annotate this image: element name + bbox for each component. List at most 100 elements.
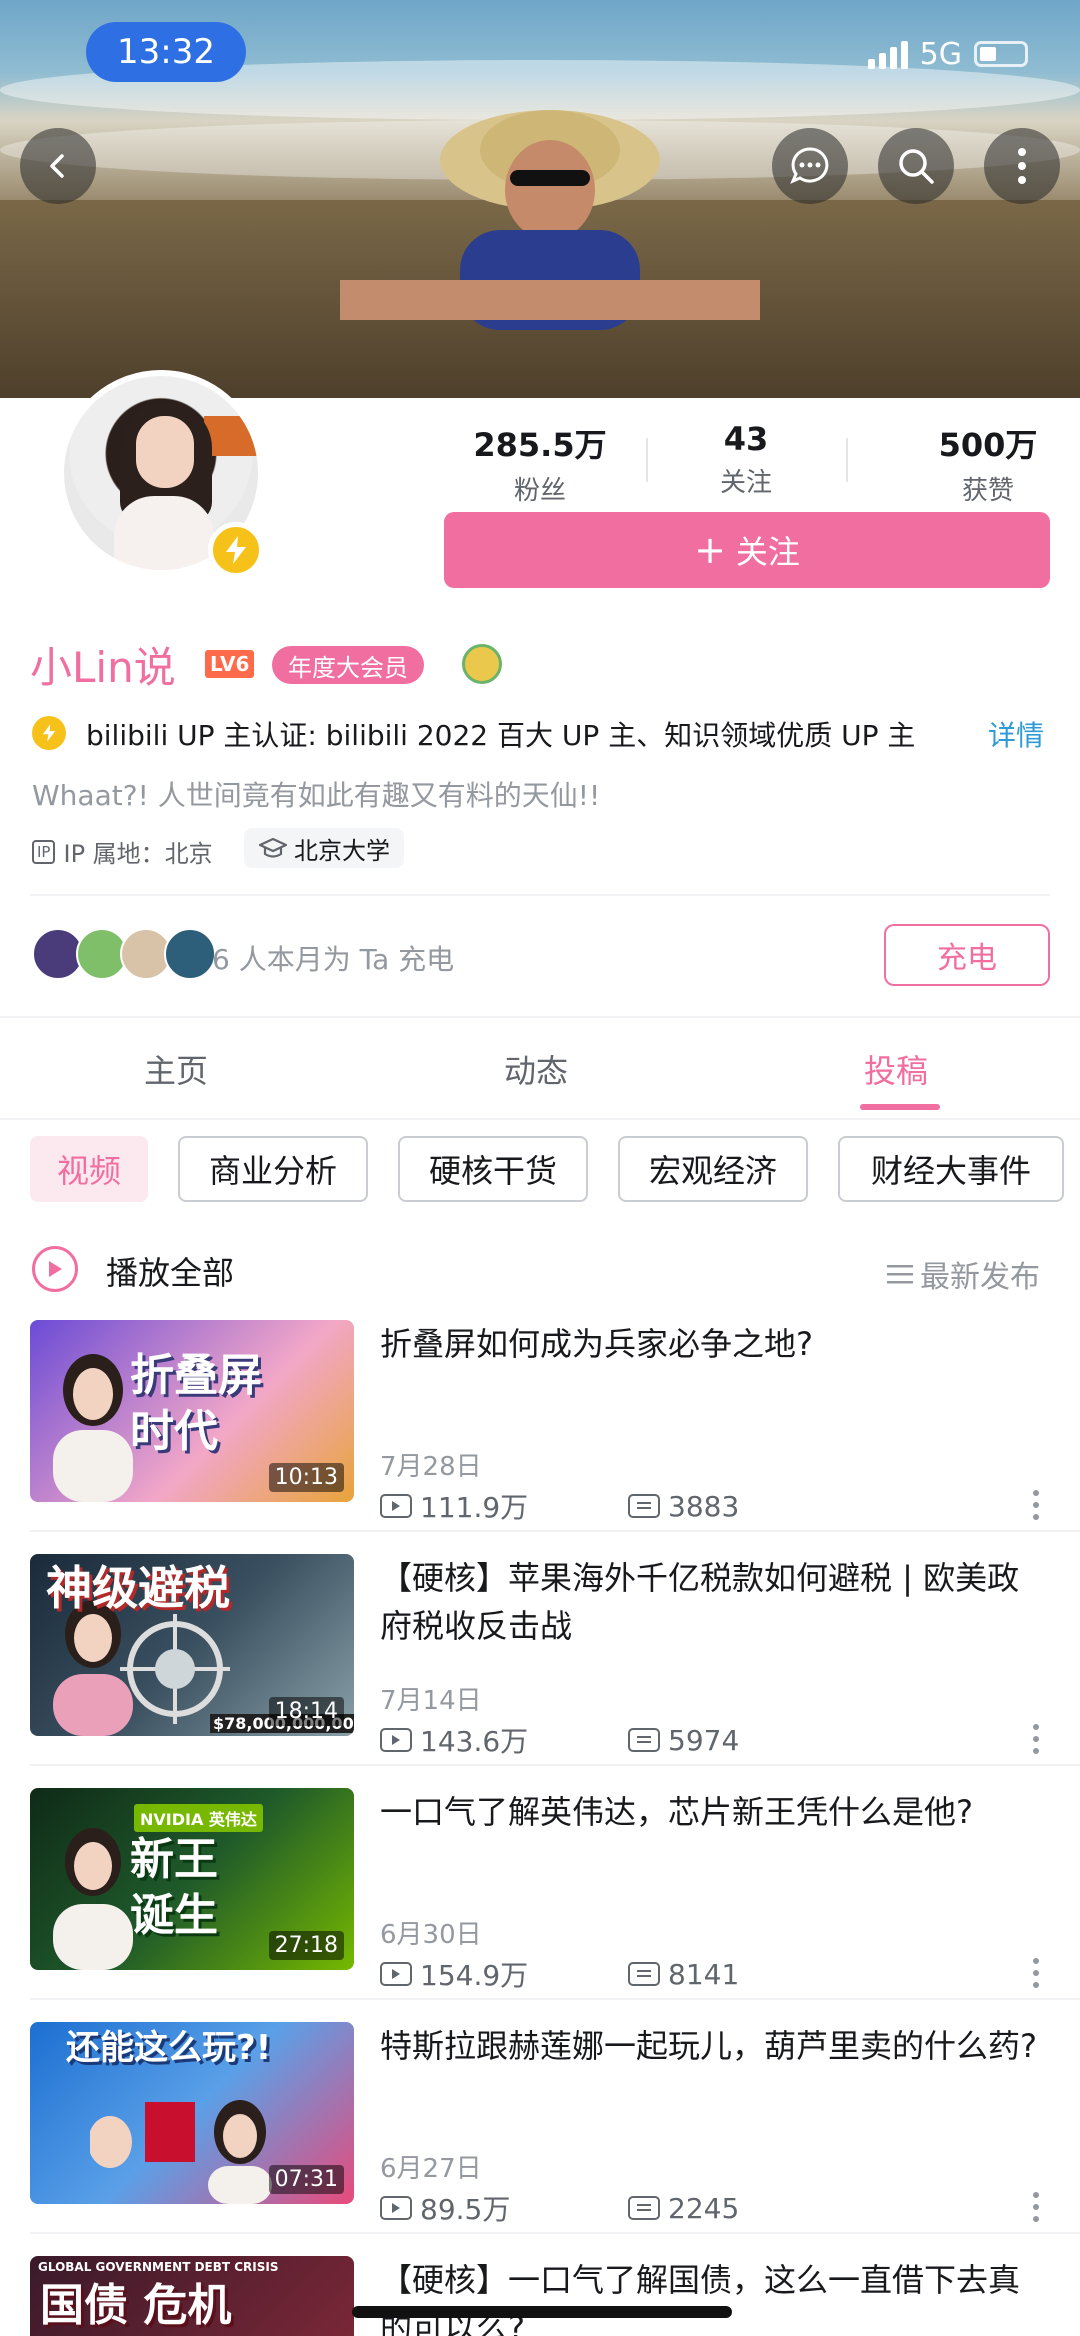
sort-label: 最新发布: [920, 1260, 1040, 1295]
ip-location-text: IP 属地：北京: [63, 840, 213, 868]
avatar-background: [204, 416, 258, 456]
video-more-button[interactable]: [1032, 2192, 1040, 2222]
medal-icon[interactable]: [462, 644, 502, 684]
video-more-button[interactable]: [1032, 1958, 1040, 1988]
video-item[interactable]: 折叠屏 时代 10:13 折叠屏如何成为兵家必争之地? 7月28日 111.9万…: [0, 1320, 1080, 1554]
home-indicator[interactable]: [352, 2306, 732, 2318]
tab-home[interactable]: 主页: [144, 1046, 208, 1092]
video-title[interactable]: 一口气了解英伟达，芯片新王凭什么是他?: [380, 1788, 1040, 1836]
ip-icon: IP: [32, 839, 56, 864]
charger-avatar: [164, 928, 216, 980]
divider: [0, 1118, 1080, 1120]
video-item[interactable]: NVIDIA 英伟达 新王 诞生 27:18 一口气了解英伟达，芯片新王凭什么是…: [0, 1788, 1080, 2022]
video-thumbnail[interactable]: GLOBAL GOVERNMENT DEBT CRISIS 国债 危机: [30, 2256, 354, 2336]
school-tag[interactable]: 北京大学: [244, 828, 404, 868]
likes-stat: 500万 获赞: [890, 420, 1080, 507]
message-button[interactable]: [772, 128, 848, 204]
chip-macro-economy[interactable]: 宏观经济: [618, 1136, 808, 1202]
video-title[interactable]: 折叠屏如何成为兵家必争之地?: [380, 1320, 1040, 1368]
comment-icon: [628, 2196, 660, 2220]
divider: [30, 1998, 1080, 2000]
video-thumbnail[interactable]: NVIDIA 英伟达 新王 诞生 27:18: [30, 1788, 354, 1970]
charge-count-text[interactable]: 6 人本月为 Ta 充电: [212, 938, 454, 978]
video-stats: 111.9万 3883: [380, 1486, 739, 1526]
search-icon: [899, 149, 934, 184]
comment-icon: [628, 1962, 660, 1986]
fans-stat[interactable]: 285.5万 粉丝: [440, 420, 640, 507]
following-stat[interactable]: 43 关注: [660, 420, 832, 499]
ip-location: IP IP 属地：北京: [32, 834, 213, 869]
tab-dynamics[interactable]: 动态: [504, 1046, 568, 1092]
video-date: 6月30日: [380, 1920, 482, 1950]
comment-count: 5974: [668, 1723, 740, 1757]
battery-icon: [974, 41, 1028, 67]
sort-button[interactable]: 最新发布: [886, 1252, 1040, 1296]
vip-badge[interactable]: 年度大会员: [272, 646, 424, 684]
signal-icon: [867, 39, 908, 69]
tab-uploads[interactable]: 投稿: [864, 1046, 928, 1092]
video-stats: 143.6万 5974: [380, 1720, 739, 1760]
chip-videos[interactable]: 视频: [30, 1136, 148, 1202]
comment-icon: [628, 1494, 660, 1518]
play-count-icon: [380, 1494, 412, 1518]
video-title[interactable]: 【硬核】苹果海外千亿税款如何避税 | 欧美政府税收反击战: [380, 1554, 1040, 1650]
divider: [30, 2232, 1080, 2234]
video-more-button[interactable]: [1032, 1490, 1040, 1520]
video-title[interactable]: 特斯拉跟赫莲娜一起玩儿，葫芦里卖的什么药?: [380, 2022, 1040, 2070]
thumbnail-title: 神级避税: [46, 1561, 230, 1615]
video-duration: 10:13: [268, 1463, 344, 1492]
video-item[interactable]: GLOBAL GOVERNMENT DEBT CRISIS 国债 危机 【硬核】…: [0, 2256, 1080, 2336]
charge-button[interactable]: 充电: [884, 924, 1050, 986]
verified-badge: [208, 522, 264, 578]
chip-finance-events[interactable]: 财经大事件: [838, 1136, 1064, 1202]
banner-person-image: [340, 110, 760, 330]
video-stats: 154.9万 8141: [380, 1954, 739, 1994]
video-thumbnail[interactable]: 神级避税 $78,000,000,000 18:14: [30, 1554, 354, 1736]
thumbnail-title: 折叠屏 时代: [130, 1350, 262, 1457]
fans-label: 粉丝: [513, 476, 566, 506]
chip-business-analysis[interactable]: 商业分析: [178, 1136, 368, 1202]
plus-icon: +: [694, 528, 726, 572]
detail-link[interactable]: 详情: [988, 714, 1044, 754]
play-count-icon: [380, 1962, 412, 1986]
charger-avatars[interactable]: [32, 928, 216, 980]
follow-label: 关注: [735, 533, 800, 571]
video-duration: 07:31: [268, 2165, 344, 2194]
play-all-button[interactable]: 播放全部: [106, 1248, 234, 1294]
video-thumbnail[interactable]: 还能这么玩?! 07:31: [30, 2022, 354, 2204]
bio-text: Whaat?! 人世间竟有如此有趣又有料的天仙!!: [32, 779, 601, 812]
play-all-icon[interactable]: [32, 1246, 78, 1292]
certification-icon: [32, 716, 66, 750]
play-count-icon: [380, 2196, 412, 2220]
thumbnail-tag: GLOBAL GOVERNMENT DEBT CRISIS: [38, 2260, 279, 2274]
view-count: 111.9万: [420, 1491, 529, 1524]
thumbnail-tag: NVIDIA 英伟达: [134, 1804, 263, 1832]
divider: [30, 1530, 1080, 1532]
message-icon: [790, 147, 829, 184]
video-item[interactable]: 还能这么玩?! 07:31 特斯拉跟赫莲娜一起玩儿，葫芦里卖的什么药? 6月27…: [0, 2022, 1080, 2256]
lightning-icon: [42, 724, 56, 742]
level-badge[interactable]: LV6: [205, 650, 255, 678]
chip-hardcore[interactable]: 硬核干货: [398, 1136, 588, 1202]
video-duration: 18:14: [268, 1697, 344, 1726]
video-title[interactable]: 【硬核】一口气了解国债，这么一直借下去真的可以么?: [380, 2256, 1040, 2336]
video-item[interactable]: 神级避税 $78,000,000,000 18:14 【硬核】苹果海外千亿税款如…: [0, 1554, 1080, 1788]
video-more-button[interactable]: [1032, 1724, 1040, 1754]
more-button[interactable]: [984, 128, 1060, 204]
view-count: 143.6万: [420, 1725, 529, 1758]
back-button[interactable]: [20, 128, 96, 204]
comment-icon: [628, 1728, 660, 1752]
fans-count: 285.5万: [473, 426, 607, 464]
thumbnail-title: 新王 诞生: [130, 1834, 218, 1941]
stat-divider: [846, 438, 848, 482]
thumbnail-title: 国债 危机: [40, 2280, 232, 2331]
comment-count: 8141: [668, 1957, 740, 1991]
comment-count: 2245: [668, 2191, 740, 2225]
video-date: 7月14日: [380, 1686, 482, 1716]
search-button[interactable]: [878, 128, 954, 204]
video-thumbnail[interactable]: 折叠屏 时代 10:13: [30, 1320, 354, 1502]
video-duration: 27:18: [268, 1931, 344, 1960]
school-name: 北京大学: [294, 836, 390, 865]
follow-button[interactable]: + 关注: [444, 512, 1050, 588]
graduation-cap-icon: [258, 837, 288, 858]
